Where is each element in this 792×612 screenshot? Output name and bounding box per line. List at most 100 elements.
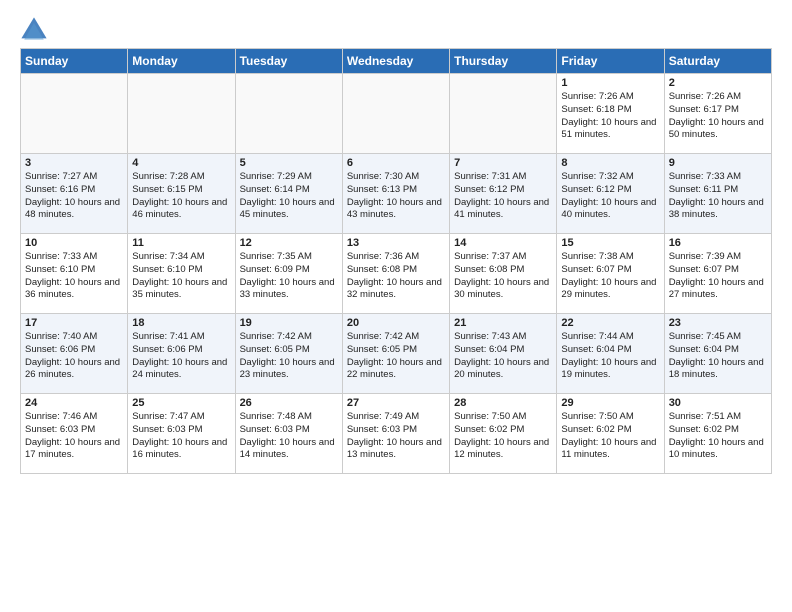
weekday-header-saturday: Saturday (664, 49, 771, 74)
day-number: 6 (347, 157, 445, 169)
day-number: 20 (347, 317, 445, 329)
day-info: Sunrise: 7:37 AM Sunset: 6:08 PM Dayligh… (454, 251, 552, 302)
day-number: 23 (669, 317, 767, 329)
day-number: 12 (240, 237, 338, 249)
day-info: Sunrise: 7:32 AM Sunset: 6:12 PM Dayligh… (561, 171, 659, 222)
calendar-cell: 20 Sunrise: 7:42 AM Sunset: 6:05 PM Dayli… (342, 314, 449, 394)
calendar-cell: 11 Sunrise: 7:34 AM Sunset: 6:10 PM Dayli… (128, 234, 235, 314)
weekday-header-sunday: Sunday (21, 49, 128, 74)
calendar-cell: 21 Sunrise: 7:43 AM Sunset: 6:04 PM Dayli… (450, 314, 557, 394)
weekday-header-friday: Friday (557, 49, 664, 74)
day-number: 10 (25, 237, 123, 249)
calendar-cell (342, 74, 449, 154)
day-info: Sunrise: 7:30 AM Sunset: 6:13 PM Dayligh… (347, 171, 445, 222)
day-info: Sunrise: 7:41 AM Sunset: 6:06 PM Dayligh… (132, 331, 230, 382)
weekday-header-tuesday: Tuesday (235, 49, 342, 74)
day-info: Sunrise: 7:26 AM Sunset: 6:18 PM Dayligh… (561, 91, 659, 142)
day-info: Sunrise: 7:47 AM Sunset: 6:03 PM Dayligh… (132, 411, 230, 462)
calendar-cell: 15 Sunrise: 7:38 AM Sunset: 6:07 PM Dayli… (557, 234, 664, 314)
calendar-cell: 2 Sunrise: 7:26 AM Sunset: 6:17 PM Daylig… (664, 74, 771, 154)
day-number: 24 (25, 397, 123, 409)
day-number: 25 (132, 397, 230, 409)
day-number: 4 (132, 157, 230, 169)
calendar-cell: 13Sunrise: 7:36 AM Sunset: 6:08 PM Dayli… (342, 234, 449, 314)
day-info: Sunrise: 7:29 AM Sunset: 6:14 PM Dayligh… (240, 171, 338, 222)
day-info: Sunrise: 7:26 AM Sunset: 6:17 PM Dayligh… (669, 91, 767, 142)
calendar-cell: 7Sunrise: 7:31 AM Sunset: 6:12 PM Daylig… (450, 154, 557, 234)
calendar-cell: 22 Sunrise: 7:44 AM Sunset: 6:04 PM Dayli… (557, 314, 664, 394)
day-number: 30 (669, 397, 767, 409)
day-number: 2 (669, 77, 767, 89)
day-number: 19 (240, 317, 338, 329)
day-info: Sunrise: 7:27 AM Sunset: 6:16 PM Dayligh… (25, 171, 123, 222)
calendar-cell: 14 Sunrise: 7:37 AM Sunset: 6:08 PM Dayli… (450, 234, 557, 314)
weekday-header-monday: Monday (128, 49, 235, 74)
calendar-cell (128, 74, 235, 154)
day-number: 9 (669, 157, 767, 169)
calendar-table: SundayMondayTuesdayWednesdayThursdayFrid… (20, 48, 772, 474)
calendar-cell: 30Sunrise: 7:51 AM Sunset: 6:02 PM Dayli… (664, 394, 771, 474)
day-number: 17 (25, 317, 123, 329)
day-info: Sunrise: 7:40 AM Sunset: 6:06 PM Dayligh… (25, 331, 123, 382)
calendar-cell: 10 Sunrise: 7:33 AM Sunset: 6:10 PM Dayli… (21, 234, 128, 314)
day-info: Sunrise: 7:28 AM Sunset: 6:15 PM Dayligh… (132, 171, 230, 222)
week-row-2: 3 Sunrise: 7:27 AM Sunset: 6:16 PM Daylig… (21, 154, 772, 234)
weekday-header-wednesday: Wednesday (342, 49, 449, 74)
day-number: 27 (347, 397, 445, 409)
day-info: Sunrise: 7:38 AM Sunset: 6:07 PM Dayligh… (561, 251, 659, 302)
week-row-3: 10 Sunrise: 7:33 AM Sunset: 6:10 PM Dayli… (21, 234, 772, 314)
calendar-cell: 5 Sunrise: 7:29 AM Sunset: 6:14 PM Daylig… (235, 154, 342, 234)
calendar-cell: 12 Sunrise: 7:35 AM Sunset: 6:09 PM Dayli… (235, 234, 342, 314)
calendar-cell: 19 Sunrise: 7:42 AM Sunset: 6:05 PM Dayli… (235, 314, 342, 394)
day-number: 1 (561, 77, 659, 89)
calendar-cell: 1 Sunrise: 7:26 AM Sunset: 6:18 PM Daylig… (557, 74, 664, 154)
day-number: 18 (132, 317, 230, 329)
calendar-cell: 29 Sunrise: 7:50 AM Sunset: 6:02 PM Dayli… (557, 394, 664, 474)
day-number: 13 (347, 237, 445, 249)
day-info: Sunrise: 7:35 AM Sunset: 6:09 PM Dayligh… (240, 251, 338, 302)
week-row-4: 17 Sunrise: 7:40 AM Sunset: 6:06 PM Dayli… (21, 314, 772, 394)
calendar-cell: 28 Sunrise: 7:50 AM Sunset: 6:02 PM Dayli… (450, 394, 557, 474)
day-info: Sunrise: 7:33 AM Sunset: 6:10 PM Dayligh… (25, 251, 123, 302)
calendar-cell: 17 Sunrise: 7:40 AM Sunset: 6:06 PM Dayli… (21, 314, 128, 394)
page: SundayMondayTuesdayWednesdayThursdayFrid… (0, 0, 792, 484)
calendar-cell: 26Sunrise: 7:48 AM Sunset: 6:03 PM Dayli… (235, 394, 342, 474)
day-info: Sunrise: 7:49 AM Sunset: 6:03 PM Dayligh… (347, 411, 445, 462)
calendar-cell: 4 Sunrise: 7:28 AM Sunset: 6:15 PM Daylig… (128, 154, 235, 234)
logo (20, 16, 52, 44)
day-info: Sunrise: 7:42 AM Sunset: 6:05 PM Dayligh… (347, 331, 445, 382)
week-row-1: 1 Sunrise: 7:26 AM Sunset: 6:18 PM Daylig… (21, 74, 772, 154)
logo-icon (20, 16, 48, 44)
calendar-cell: 24Sunrise: 7:46 AM Sunset: 6:03 PM Dayli… (21, 394, 128, 474)
calendar-cell: 8Sunrise: 7:32 AM Sunset: 6:12 PM Daylig… (557, 154, 664, 234)
day-info: Sunrise: 7:42 AM Sunset: 6:05 PM Dayligh… (240, 331, 338, 382)
day-number: 22 (561, 317, 659, 329)
calendar-cell: 16Sunrise: 7:39 AM Sunset: 6:07 PM Dayli… (664, 234, 771, 314)
day-number: 14 (454, 237, 552, 249)
day-number: 29 (561, 397, 659, 409)
calendar-cell: 27 Sunrise: 7:49 AM Sunset: 6:03 PM Dayli… (342, 394, 449, 474)
calendar-cell: 18 Sunrise: 7:41 AM Sunset: 6:06 PM Dayli… (128, 314, 235, 394)
calendar-cell (21, 74, 128, 154)
day-info: Sunrise: 7:50 AM Sunset: 6:02 PM Dayligh… (454, 411, 552, 462)
day-number: 5 (240, 157, 338, 169)
day-number: 16 (669, 237, 767, 249)
day-number: 15 (561, 237, 659, 249)
day-number: 11 (132, 237, 230, 249)
weekday-header-thursday: Thursday (450, 49, 557, 74)
day-number: 3 (25, 157, 123, 169)
calendar-cell: 6 Sunrise: 7:30 AM Sunset: 6:13 PM Daylig… (342, 154, 449, 234)
calendar-cell: 9Sunrise: 7:33 AM Sunset: 6:11 PM Daylig… (664, 154, 771, 234)
week-row-5: 24Sunrise: 7:46 AM Sunset: 6:03 PM Dayli… (21, 394, 772, 474)
calendar-cell: 23Sunrise: 7:45 AM Sunset: 6:04 PM Dayli… (664, 314, 771, 394)
day-info: Sunrise: 7:44 AM Sunset: 6:04 PM Dayligh… (561, 331, 659, 382)
day-info: Sunrise: 7:43 AM Sunset: 6:04 PM Dayligh… (454, 331, 552, 382)
day-info: Sunrise: 7:34 AM Sunset: 6:10 PM Dayligh… (132, 251, 230, 302)
calendar-cell: 3 Sunrise: 7:27 AM Sunset: 6:16 PM Daylig… (21, 154, 128, 234)
day-info: Sunrise: 7:50 AM Sunset: 6:02 PM Dayligh… (561, 411, 659, 462)
day-number: 21 (454, 317, 552, 329)
day-number: 28 (454, 397, 552, 409)
day-number: 26 (240, 397, 338, 409)
day-info: Sunrise: 7:31 AM Sunset: 6:12 PM Dayligh… (454, 171, 552, 222)
calendar-cell (450, 74, 557, 154)
